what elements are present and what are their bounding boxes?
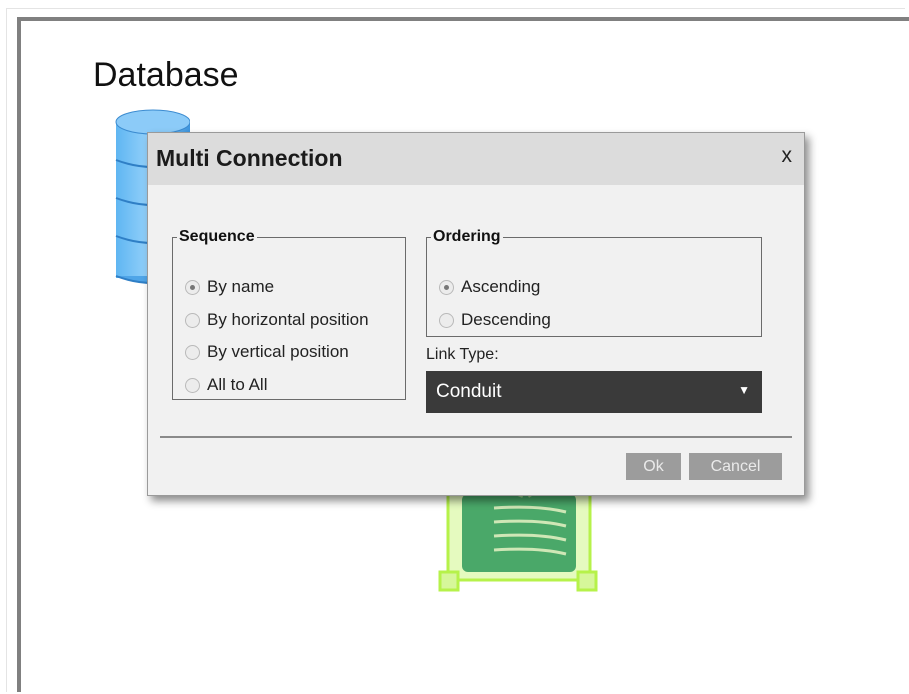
radio-ascending[interactable]: Ascending [439, 277, 540, 297]
canvas-title: Database [93, 56, 239, 94]
link-type-value: Conduit [436, 381, 502, 402]
link-type-select[interactable]: Conduit ▼ [426, 371, 762, 413]
radio-label: Ascending [461, 277, 541, 296]
sequence-group: Sequence By name By horizontal position … [172, 228, 406, 400]
radio-label: By vertical position [207, 342, 349, 361]
radio-dot-icon[interactable] [185, 279, 200, 295]
radio-dot-icon[interactable] [185, 377, 200, 393]
radio-by-horizontal-position[interactable]: By horizontal position [185, 310, 369, 330]
sequence-legend: Sequence [179, 228, 255, 245]
link-type-label: Link Type: [426, 346, 499, 363]
dialog-divider [160, 436, 792, 438]
radio-dot-icon[interactable] [185, 344, 200, 360]
radio-dot-icon[interactable] [439, 279, 454, 295]
ok-button[interactable]: Ok [626, 453, 681, 480]
radio-by-vertical-position[interactable]: By vertical position [185, 342, 349, 362]
close-icon[interactable]: x [782, 144, 793, 168]
dialog-header[interactable]: Multi Connection x [148, 133, 804, 185]
radio-dot-icon[interactable] [439, 312, 454, 328]
cancel-button[interactable]: Cancel [689, 453, 782, 480]
radio-label: Descending [461, 310, 551, 329]
radio-label: By horizontal position [207, 310, 369, 329]
ordering-legend: Ordering [433, 228, 501, 245]
radio-all-to-all[interactable]: All to All [185, 375, 267, 395]
radio-label: All to All [207, 375, 268, 394]
dialog-title: Multi Connection [156, 145, 343, 171]
radio-label: By name [207, 277, 275, 296]
ordering-group: Ordering Ascending Descending [426, 228, 762, 337]
radio-by-name[interactable]: By name [185, 277, 274, 297]
caret-down-icon: ▼ [738, 383, 750, 397]
radio-dot-icon[interactable] [185, 312, 200, 328]
router-icon[interactable] [438, 480, 600, 594]
radio-descending[interactable]: Descending [439, 310, 551, 330]
multi-connection-dialog: Multi Connection x Sequence By name By h… [147, 132, 805, 496]
